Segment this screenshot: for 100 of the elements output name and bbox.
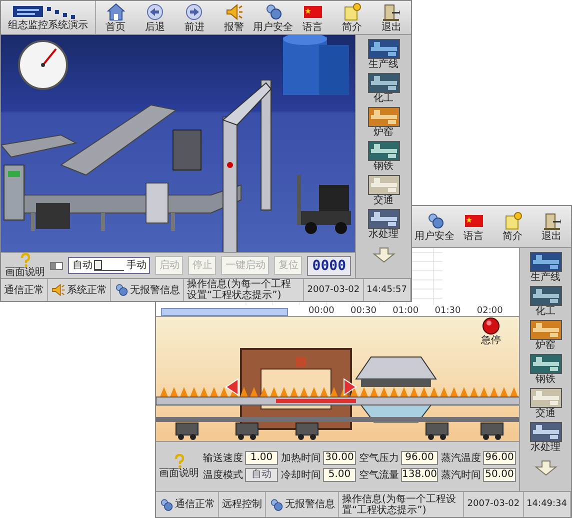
scrollbar[interactable] — [161, 308, 288, 316]
sidebar-item[interactable]: 化工 — [368, 73, 400, 107]
switch-label: 手动 — [126, 260, 146, 271]
users-icon — [114, 283, 128, 297]
sidebar-item[interactable]: 水处理 — [368, 209, 400, 243]
status-message: 操作信息(为每一个工程设置“工程状态提示”) — [187, 279, 292, 301]
exit-icon — [542, 212, 560, 230]
users-icon — [426, 212, 444, 230]
status-text: 2007-03-02 — [307, 284, 360, 296]
axis-tick-label: 00:30 — [350, 306, 378, 316]
status-text: 14:49:34 — [526, 499, 567, 510]
toolbar-button[interactable]: 用户安全 — [254, 1, 293, 34]
sidebar-item[interactable]: 钢铁 — [530, 354, 562, 388]
status-text: 通信正常 — [4, 284, 44, 296]
counter-display: 0000 — [307, 256, 351, 276]
scroll-down-icon — [532, 460, 558, 476]
axis-tick-label: 02:00 — [476, 306, 504, 316]
toolbar-button[interactable]: 语言 — [292, 1, 332, 34]
value-field[interactable]: 96.00 — [401, 451, 438, 465]
toolbar-button[interactable]: 简介 — [493, 206, 532, 247]
toolbar-button[interactable]: 退出 — [532, 206, 571, 247]
mode-switch[interactable]: 自动 手动 — [68, 257, 150, 274]
sidebar-item[interactable]: 生产线 — [530, 252, 562, 286]
field-label: 冷却时间 — [281, 470, 321, 480]
value-field[interactable]: 30.00 — [323, 451, 356, 465]
value-field[interactable]: 50.00 — [483, 468, 516, 482]
field-label: 加热时间 — [281, 452, 321, 464]
status-text: 通信正常 — [175, 499, 215, 510]
sidebar-item[interactable]: 炉窑 — [368, 107, 400, 141]
sidebar-item[interactable]: 炉窑 — [530, 320, 562, 354]
switch-label: 自动 — [72, 260, 92, 271]
axis-tick-label: 00:00 — [308, 306, 336, 316]
field-label: 蒸汽温度 — [441, 452, 481, 464]
app-title: 组态监控系统演示 — [8, 20, 88, 32]
users-icon — [159, 498, 173, 512]
scroll-down-icon — [370, 247, 396, 263]
thumbnail-icon — [368, 141, 400, 161]
users-icon — [264, 2, 282, 20]
lamp-icon — [482, 317, 500, 335]
value-field[interactable]: 138.00 — [401, 468, 438, 482]
status-text: 14:45:57 — [366, 284, 407, 296]
sidebar-item[interactable]: 化工 — [530, 286, 562, 320]
field-label: 蒸汽时间 — [441, 470, 481, 480]
sidebar-item[interactable]: 水处理 — [530, 422, 562, 456]
value-field[interactable]: 5.00 — [323, 468, 356, 482]
note-icon — [342, 2, 361, 20]
exit-icon — [382, 2, 400, 20]
status-text: 系统正常 — [67, 284, 107, 296]
control-cabinet-drawing — [4, 164, 24, 220]
speaker-icon — [51, 283, 65, 297]
status-message: 操作信息(为每一个工程设置“工程状态提示”) — [342, 494, 457, 516]
help-button[interactable]: 画面说明 — [159, 454, 199, 479]
thumbnail-icon — [530, 422, 562, 442]
toolbar-button[interactable]: 后退 — [135, 1, 175, 34]
toolbar-button[interactable]: 退出 — [372, 1, 411, 34]
back-icon — [146, 2, 164, 20]
forklift-drawing — [297, 175, 351, 234]
toolbar-button[interactable]: 报警 — [214, 1, 254, 34]
thumbnail-icon — [530, 354, 562, 374]
toolbar-button[interactable]: 前进 — [174, 1, 214, 34]
sidebar-item[interactable]: 钢铁 — [368, 141, 400, 175]
users-icon — [269, 498, 283, 512]
storage-tank-drawing — [283, 35, 349, 95]
thumbnail-icon — [530, 320, 562, 340]
axis-tick-label: 01:00 — [392, 306, 420, 316]
value-field[interactable]: 1.00 — [245, 451, 278, 465]
toolbar-button[interactable]: 用户安全 — [415, 206, 454, 247]
thumbnail-icon — [368, 209, 400, 229]
thumbnail-icon — [530, 388, 562, 408]
home-icon — [106, 2, 125, 20]
status-text: 无报警信息 — [130, 284, 180, 296]
toolbar-button[interactable]: 简介 — [332, 1, 372, 34]
speaker-icon — [224, 2, 243, 20]
thumbnail-icon — [368, 73, 400, 93]
sidebar-item[interactable]: 交通 — [530, 388, 562, 422]
sidebar-item[interactable]: 交通 — [368, 175, 400, 209]
thumbnail-icon — [368, 39, 400, 59]
toolbar-button[interactable]: 语言 — [454, 206, 493, 247]
help-button[interactable]: 画面说明 — [5, 253, 45, 278]
forward-icon — [185, 2, 204, 20]
question-icon — [172, 454, 186, 468]
field-label: 输送速度 — [203, 452, 243, 464]
sidebar-item[interactable]: 生产线 — [368, 39, 400, 73]
thumbnail-icon — [368, 175, 400, 195]
thumbnail-icon — [530, 286, 562, 306]
field-label: 温度模式 — [203, 470, 243, 480]
axis-tick-label: 01:30 — [434, 306, 462, 316]
emergency-stop-button[interactable]: 急停 — [481, 317, 501, 346]
note-icon — [504, 212, 522, 230]
value-field[interactable]: 96.00 — [483, 451, 516, 465]
toolbar-button[interactable]: 首页 — [96, 1, 136, 34]
status-text: 无报警信息 — [285, 499, 335, 510]
thumbnail-icon — [368, 107, 400, 127]
pressure-gauge-drawing — [18, 40, 68, 90]
question-icon — [18, 253, 32, 267]
status-text: 2007-03-02 — [467, 499, 520, 510]
thumbnail-icon — [530, 252, 562, 272]
field-label: 空气流量 — [359, 470, 399, 480]
status-text: 远程控制 — [222, 499, 262, 510]
field-label: 空气压力 — [359, 452, 399, 464]
